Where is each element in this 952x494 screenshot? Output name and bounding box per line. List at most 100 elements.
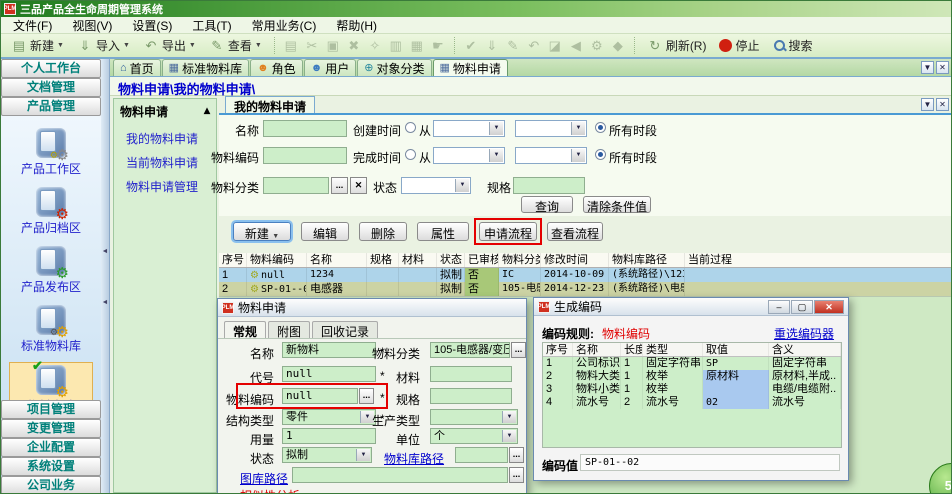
material-class-browse-button[interactable]: ...: [511, 342, 526, 358]
sidebar-section-product-mgmt[interactable]: 产品管理: [1, 97, 101, 116]
col-header[interactable]: 规格: [367, 253, 399, 267]
nav-item-current-material-requests[interactable]: 当前物料申请: [114, 150, 216, 174]
panel-tab-my-material-requests[interactable]: 我的物料申请: [225, 96, 315, 113]
material-lib-path-input[interactable]: [455, 447, 508, 463]
toolbar-view-button[interactable]: ✎查看▼: [205, 36, 266, 55]
table-row[interactable]: 1 公司标识 1 固定字符串 SP 固定字符串: [543, 357, 841, 370]
search-button[interactable]: 搜索: [769, 36, 817, 55]
tab-home[interactable]: ⌂首页: [113, 59, 161, 76]
material-code-input[interactable]: null: [282, 388, 358, 404]
sidebar-item-product-workspace[interactable]: ⚙⚙ 产品工作区: [9, 126, 93, 179]
col-header[interactable]: 序号: [219, 253, 247, 267]
menu-help[interactable]: 帮助(H): [336, 17, 377, 34]
col-header[interactable]: 状态: [437, 253, 465, 267]
created-from-radio[interactable]: [405, 122, 416, 133]
maximize-button[interactable]: ▢: [791, 300, 813, 314]
col-header[interactable]: 物料分类: [499, 253, 541, 267]
value-cell-selected[interactable]: 原材料: [703, 370, 769, 383]
properties-button[interactable]: 属性: [417, 222, 469, 241]
dialog-title-bar[interactable]: PLM 生成编码 – ▢ ✕: [534, 298, 848, 316]
finish-from-radio[interactable]: [405, 149, 416, 160]
table-row[interactable]: 4 流水号 2 流水号 02 流水号: [543, 396, 841, 409]
quantity-input[interactable]: 1: [282, 428, 376, 444]
dialog-title-bar[interactable]: PLM 物料申请: [218, 299, 526, 317]
view-flow-button[interactable]: 查看流程: [547, 222, 603, 241]
table-row[interactable]: 2 ⚙SP-01--01 电感器 拟制 否 105-电感.. 2014-12-2…: [219, 282, 952, 296]
minimize-button[interactable]: –: [768, 300, 790, 314]
clear-conditions-button[interactable]: 清除条件值: [583, 196, 651, 213]
col-header[interactable]: 物料库路径: [609, 253, 685, 267]
similarity-analysis-link[interactable]: 相似性分析: [240, 487, 300, 494]
apply-flow-button[interactable]: 申请流程: [479, 222, 537, 241]
dialog-tab-general[interactable]: 常规: [224, 321, 266, 338]
finish-from-date-select[interactable]: ▼: [433, 147, 505, 164]
nav-item-material-request-mgmt[interactable]: 物料申请管理: [114, 174, 216, 198]
finish-to-date-select[interactable]: ▼: [515, 147, 587, 164]
sidebar-item-standard-material-lib[interactable]: ⚙⚙ 标准物料库: [9, 303, 93, 356]
drawing-lib-path-input[interactable]: [292, 467, 508, 483]
menu-view[interactable]: 视图(V): [72, 17, 112, 34]
tab-material-request[interactable]: ▦物料申请: [433, 59, 508, 76]
toolbar-export-button[interactable]: ↶导出▼: [139, 36, 200, 55]
table-row[interactable]: 3 物料小类 1 枚举 电缆/电缆附..: [543, 383, 841, 396]
new-button[interactable]: 新建 ▼: [233, 222, 291, 241]
material-lib-path-link[interactable]: 物料库路径: [384, 450, 444, 467]
spec-input[interactable]: [430, 388, 512, 404]
name-input[interactable]: [263, 120, 347, 137]
sidebar-item-product-release[interactable]: ⚙ 产品发布区: [9, 244, 93, 297]
drawing-lib-path-link[interactable]: 图库路径: [240, 470, 288, 487]
col-header[interactable]: 修改时间: [541, 253, 609, 267]
reselect-coder-link[interactable]: 重选编码器: [774, 325, 834, 342]
col-header[interactable]: 物料编码: [247, 253, 307, 267]
dialog-tab-recycle[interactable]: 回收记录: [312, 321, 378, 338]
col-header[interactable]: 名称: [307, 253, 367, 267]
toolbar-import-button[interactable]: ⇓导入▼: [73, 36, 134, 55]
sidebar-section-company-business[interactable]: 公司业务: [1, 476, 101, 494]
sidebar-section-document-mgmt[interactable]: 文档管理: [1, 78, 101, 97]
panel-close-button[interactable]: ✕: [936, 98, 949, 111]
sidebar-section-project-mgmt[interactable]: 项目管理: [1, 400, 101, 419]
toolbar-new-button[interactable]: ▤新建▼: [7, 36, 68, 55]
production-type-select[interactable]: ▼: [430, 409, 518, 425]
material-class-input[interactable]: [263, 177, 329, 194]
col-header[interactable]: 当前过程: [685, 253, 952, 267]
sidebar-item-material-request[interactable]: ✔⚙ 物料申请: [9, 362, 93, 400]
unit-select[interactable]: 个▼: [430, 428, 518, 444]
material-class-clear-button[interactable]: ✕: [350, 177, 367, 194]
close-button[interactable]: ✕: [814, 300, 844, 314]
sidebar-section-enterprise-config[interactable]: 企业配置: [1, 438, 101, 457]
collapse-icon[interactable]: ▴: [204, 103, 210, 120]
value-cell-selected[interactable]: [703, 383, 769, 396]
value-cell-selected[interactable]: 02: [703, 396, 769, 409]
sidebar-splitter[interactable]: ◄ ◄: [101, 59, 110, 494]
delete-button[interactable]: 删除: [359, 222, 407, 241]
created-from-date-select[interactable]: ▼: [433, 120, 505, 137]
dialog-tab-attachments[interactable]: 附图: [268, 321, 310, 338]
menu-tools[interactable]: 工具(T): [192, 17, 231, 34]
edit-button[interactable]: 编辑: [301, 222, 349, 241]
material-input[interactable]: [430, 366, 512, 382]
tab-users[interactable]: ☻用户: [304, 59, 357, 76]
tab-standard-material-lib[interactable]: ▦标准物料库: [162, 59, 249, 76]
stop-button[interactable]: 停止: [715, 36, 763, 55]
name-input[interactable]: 新物料: [282, 342, 376, 358]
panel-dropdown-button[interactable]: ▼: [921, 98, 934, 111]
material-lib-path-browse-button[interactable]: ...: [509, 447, 524, 463]
material-code-input[interactable]: [263, 147, 347, 164]
drawing-lib-path-browse-button[interactable]: ...: [509, 467, 524, 483]
menu-settings[interactable]: 设置(S): [132, 17, 172, 34]
sidebar-item-product-archive[interactable]: ⚙ 产品归档区: [9, 185, 93, 238]
query-button[interactable]: 查询: [521, 196, 573, 213]
spec-input[interactable]: [513, 177, 585, 194]
status-select[interactable]: 拟制▼: [282, 447, 372, 463]
tab-roles[interactable]: ☻角色: [250, 59, 303, 76]
material-class-browse-button[interactable]: ...: [331, 177, 348, 194]
refresh-button[interactable]: ↻刷新(R): [643, 36, 711, 55]
code-name-input[interactable]: null: [282, 366, 376, 382]
menu-file[interactable]: 文件(F): [13, 17, 52, 34]
tab-list-dropdown-button[interactable]: ▼: [921, 61, 934, 74]
sidebar-section-change-mgmt[interactable]: 变更管理: [1, 419, 101, 438]
structure-type-select[interactable]: 零件▼: [282, 409, 376, 425]
status-select[interactable]: ▼: [401, 177, 471, 194]
table-row[interactable]: 2 物料大类 1 枚举 原材料 原材料,半成..: [543, 370, 841, 383]
